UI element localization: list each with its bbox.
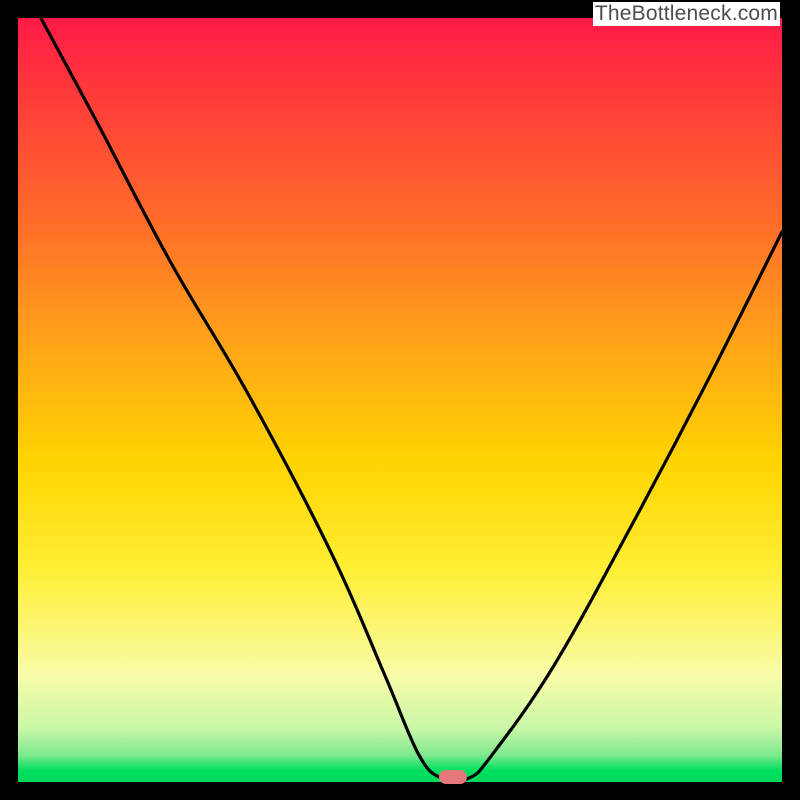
attribution-label: TheBottleneck.com xyxy=(593,2,780,26)
curve-svg xyxy=(18,18,782,782)
bottleneck-curve-path xyxy=(41,18,782,781)
optimal-marker xyxy=(439,770,467,784)
chart-frame: TheBottleneck.com xyxy=(0,0,800,800)
